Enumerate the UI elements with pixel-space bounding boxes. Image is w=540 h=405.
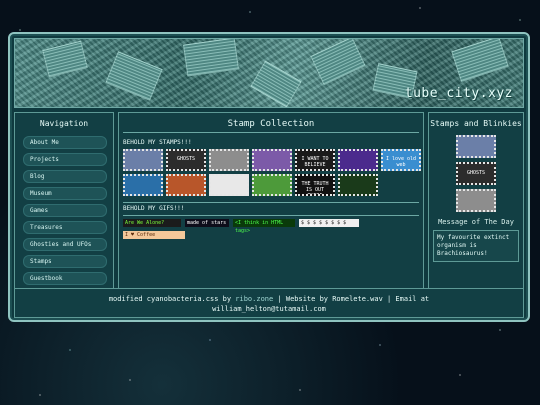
stamp-animal-icon[interactable] xyxy=(166,174,206,196)
alien-gif-icon: Are We Alone? xyxy=(123,219,181,227)
site-title[interactable]: tube_city.xyz xyxy=(405,86,513,101)
divider xyxy=(123,202,419,203)
sidebar-stamp[interactable] xyxy=(456,135,496,158)
nav-item-guestbook[interactable]: Guestbook xyxy=(23,272,107,285)
stamp-heart-icon[interactable]: I love old web xyxy=(381,149,421,171)
sidebar-panel: Stamps and Blinkies GHOSTS Message of Th… xyxy=(428,112,524,308)
stamp-water-icon[interactable] xyxy=(123,174,163,196)
stamp-alien-icon[interactable] xyxy=(338,174,378,196)
nav-item-about-me[interactable]: About Me xyxy=(23,136,107,149)
banner-tile xyxy=(250,60,302,107)
stamp-ufo-icon[interactable]: I WANT TO BELIEVE xyxy=(295,149,335,171)
stamps-heading: BEHOLD MY STAMPS!!! xyxy=(123,139,192,146)
gifs-heading: BEHOLD MY GIFS!!! xyxy=(123,205,185,212)
stars-gif-icon: made of stars xyxy=(185,219,229,227)
gif-row: Are We Alone? made of stars <I think in HT… xyxy=(123,219,423,239)
motd-title: Message of The Day xyxy=(438,218,514,226)
stamp-truth-icon[interactable]: THE TRUTH IS OUT THERE xyxy=(295,174,335,196)
html-gif-icon: <I think in HTML tags> xyxy=(233,219,295,234)
stamp-spiral-icon[interactable] xyxy=(252,149,292,171)
stamp-computer-icon[interactable] xyxy=(123,149,163,171)
divider xyxy=(123,215,419,216)
nav-list: About Me Projects Blog Museum Games Trea… xyxy=(15,136,113,285)
nav-item-projects[interactable]: Projects xyxy=(23,153,107,166)
banner-tile xyxy=(310,39,366,86)
stamp-minecraft-icon[interactable] xyxy=(252,174,292,196)
banner-tile xyxy=(451,39,509,82)
stamp-caption: I WANT TO BELIEVE xyxy=(301,156,329,168)
stamp-caption: THE TRUTH IS OUT THERE xyxy=(301,181,329,196)
money-gif-icon: $ $ $ $ $ $ $ $ xyxy=(299,219,359,227)
banner-tile xyxy=(42,40,88,78)
footer-credit-text: modified cyanobacteria.css by xyxy=(108,295,236,303)
nav-item-museum[interactable]: Museum xyxy=(23,187,107,200)
site-frame: tube_city.xyz Navigation About Me Projec… xyxy=(8,32,530,322)
footer-email-link[interactable]: william_helton@tutamail.com xyxy=(15,304,523,314)
stamp-retro-web-icon[interactable] xyxy=(338,149,378,171)
nav-item-stamps[interactable]: Stamps xyxy=(23,255,107,268)
nav-item-treasures[interactable]: Treasures xyxy=(23,221,107,234)
sidebar-title: Stamps and Blinkies xyxy=(430,119,522,128)
main-content: Stamp Collection BEHOLD MY STAMPS!!! GHO… xyxy=(118,112,424,308)
divider xyxy=(123,132,419,133)
stamp-neocities-icon[interactable] xyxy=(209,174,249,196)
stamp-ufo-icon[interactable] xyxy=(209,149,249,171)
stamp-caption: GHOSTS xyxy=(176,156,196,162)
site-banner: tube_city.xyz xyxy=(14,38,524,108)
banner-tile xyxy=(105,51,163,101)
sidebar-stamp[interactable]: GHOSTS xyxy=(456,162,496,185)
banner-tile xyxy=(183,39,239,77)
nav-item-blog[interactable]: Blog xyxy=(23,170,107,183)
navigation-title: Navigation xyxy=(39,119,89,128)
footer-ribo-link[interactable]: ribo.zone xyxy=(235,295,273,303)
sidebar-stamps: GHOSTS xyxy=(429,135,523,212)
stamp-grid: GHOSTS I WANT TO BELIEVE I love old web THE… xyxy=(123,149,423,196)
footer-credit-text-2: | Website by Romelete.wav | Email at xyxy=(273,295,430,303)
sidebar-stamp[interactable] xyxy=(456,189,496,212)
page-title: Stamp Collection xyxy=(227,119,315,129)
navigation-panel: Navigation About Me Projects Blog Museum… xyxy=(14,112,114,308)
stamp-ghost-icon[interactable]: GHOSTS xyxy=(166,149,206,171)
nav-item-games[interactable]: Games xyxy=(23,204,107,217)
stamp-caption: I love old web xyxy=(385,156,417,168)
site-footer: modified cyanobacteria.css by ribo.zone … xyxy=(14,288,524,318)
coffee-gif-icon: I ♥ Coffee xyxy=(123,231,185,239)
stamp-caption: GHOSTS xyxy=(466,170,486,176)
nav-item-ghosties-ufos[interactable]: Ghosties and UFOs xyxy=(23,238,107,251)
motd-box: My favourite extinct organism is Brachio… xyxy=(433,230,519,262)
